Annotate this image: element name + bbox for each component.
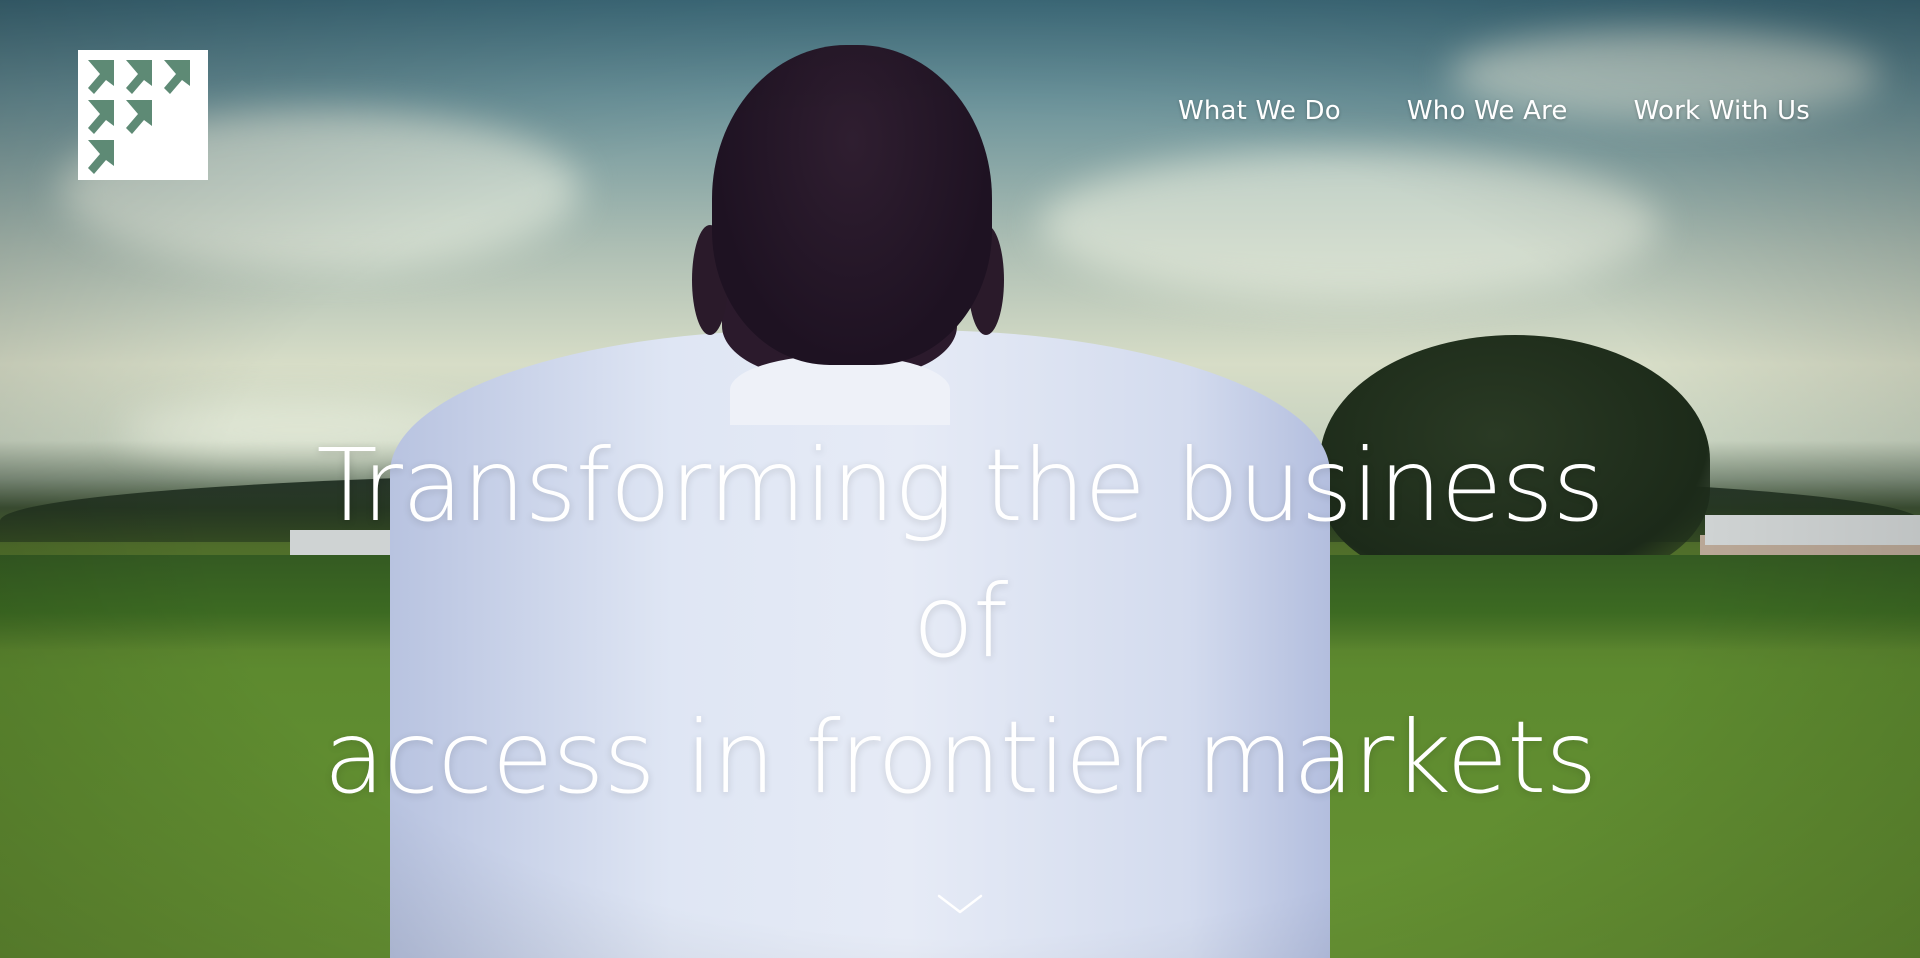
scroll-down-button[interactable] [935, 890, 985, 920]
hero-headline: Transforming the business of access in f… [260, 418, 1660, 826]
hero-headline-line-1: Transforming the business of [316, 427, 1604, 680]
nav-item-work-with-us[interactable]: Work With Us [1634, 96, 1810, 126]
nav-item-who-we-are[interactable]: Who We Are [1407, 96, 1568, 126]
hero-headline-line-2: access in frontier markets [323, 699, 1598, 816]
main-nav: What We Do Who We Are Work With Us [1178, 96, 1810, 126]
chevron-down-icon [937, 894, 983, 914]
site-logo[interactable] [78, 50, 208, 180]
nav-item-what-we-do[interactable]: What We Do [1178, 96, 1341, 126]
hero-section: What We Do Who We Are Work With Us Trans… [0, 0, 1920, 958]
arrow-chevrons-logo-icon [88, 60, 190, 174]
